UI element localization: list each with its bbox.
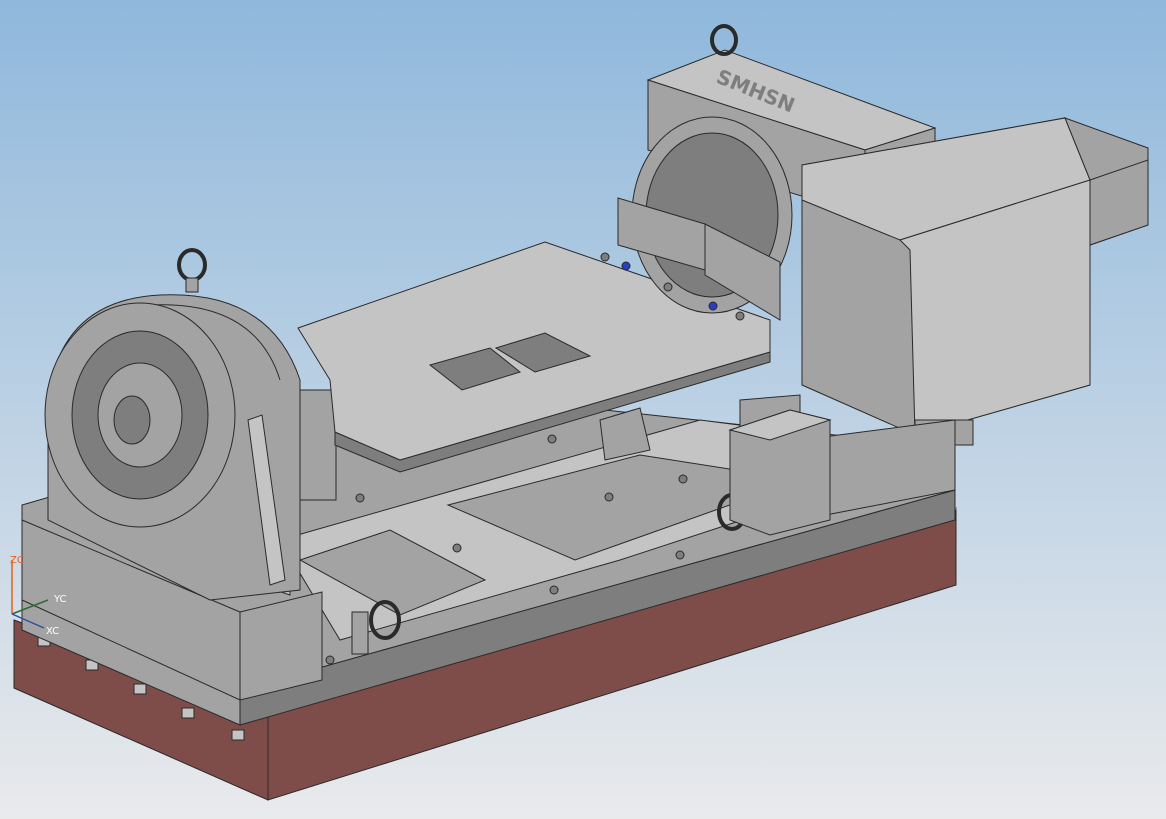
model-view[interactable]: SMHSN ZC YC XC xyxy=(0,0,1166,819)
clamp-block[interactable] xyxy=(728,409,832,536)
xc-label: XC xyxy=(46,626,59,637)
yc-label: YC xyxy=(53,594,67,605)
cad-graphics-window[interactable]: SMHSN ZC YC XC xyxy=(0,0,1166,819)
zc-label: ZC xyxy=(10,555,24,566)
